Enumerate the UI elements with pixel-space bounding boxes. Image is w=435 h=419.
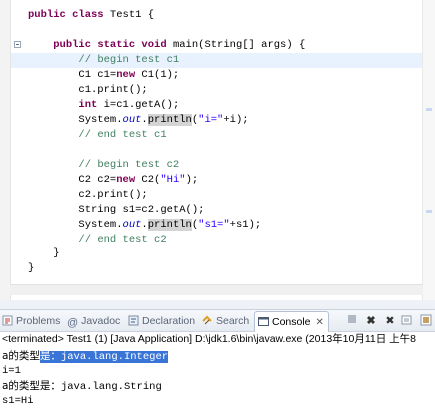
code-line: // begin test c1 [28, 53, 179, 68]
console-text: java.lang.String [60, 381, 162, 393]
code-token: ); [185, 174, 199, 186]
tab-console[interactable]: Console ✕ [254, 311, 329, 332]
console-icon [258, 314, 269, 326]
code-line: } [28, 246, 60, 261]
code-token: C2( [135, 174, 161, 186]
at-icon: @ [67, 317, 79, 329]
code-token: . [141, 114, 148, 126]
code-editor[interactable]: public class Test1 { public static void … [0, 0, 435, 300]
string-token: "Hi" [160, 174, 186, 186]
code-token: . [141, 219, 148, 231]
code-token: C1 c1= [28, 69, 117, 81]
method-token: println [147, 219, 192, 231]
code-line: public class Test1 { [28, 8, 154, 23]
code-token: +i); [223, 114, 249, 126]
string-token: "i=" [198, 114, 224, 126]
view-sash[interactable] [0, 300, 435, 309]
code-line: // begin test c2 [28, 158, 179, 173]
remove-launch-icon[interactable]: ✖ [364, 314, 378, 328]
console-line: i=1 [2, 365, 21, 377]
code-token: } [28, 247, 60, 259]
tab-label: Console [272, 316, 311, 328]
field-token: out [122, 219, 142, 231]
code-line: public static void main(String[] args) { [28, 38, 305, 53]
keyword-token: public static void [53, 39, 167, 51]
keyword-token: new [116, 174, 136, 186]
console-line: s1=Hi [2, 395, 34, 407]
code-token: C1(1); [135, 69, 180, 81]
tab-label: Search [216, 315, 250, 327]
console-line: a的类型是：java.lang.Integer [2, 349, 169, 364]
comment-token: // begin test c1 [78, 54, 180, 66]
search-icon [202, 315, 213, 326]
field-token: out [122, 114, 142, 126]
code-token: c2.print(); [28, 189, 148, 201]
clear-console-icon[interactable] [400, 314, 414, 328]
tab-label: Javadoc [81, 315, 121, 327]
tab-problems[interactable]: Problems [2, 313, 60, 330]
occurrence-marker[interactable] [426, 210, 432, 213]
tab-search[interactable]: Search [202, 313, 249, 330]
string-token: "s1=" [198, 219, 230, 231]
fold-toggle-icon[interactable] [14, 41, 21, 48]
code-line: } [28, 261, 34, 276]
comment-token: // begin test c2 [78, 159, 180, 171]
code-line: c2.print(); [28, 188, 148, 203]
tab-label: Problems [16, 315, 61, 327]
comment-token: // end test c2 [78, 234, 167, 246]
horizontal-scrollbar[interactable] [10, 284, 423, 295]
selected-text[interactable]: 是：java.lang.Integer [39, 351, 169, 363]
editor-left-gutter [0, 0, 11, 300]
method-token: println [147, 114, 192, 126]
remove-all-terminated-icon[interactable]: ✖ [383, 314, 397, 328]
overview-ruler[interactable] [422, 0, 435, 300]
console-line: a的类型是：java.lang.String [2, 379, 162, 394]
keyword-token: new [116, 69, 136, 81]
tab-declaration[interactable]: Declaration [128, 313, 195, 330]
code-token: System. [28, 219, 123, 231]
tab-javadoc[interactable]: @ Javadoc [67, 313, 120, 330]
occurrence-marker[interactable] [426, 108, 432, 111]
code-token: String s1=c2.getA(); [28, 204, 205, 216]
console-text: a的类型 [2, 350, 40, 362]
code-line: // end test c1 [28, 128, 167, 143]
code-token: i=c1.getA(); [97, 99, 180, 111]
keyword-token: public class [28, 9, 104, 21]
view-tab-bar: Problems @ Javadoc Declaration Search Con… [0, 309, 435, 332]
code-token: System. [28, 114, 123, 126]
code-line: int i=c1.getA(); [28, 98, 179, 113]
code-token: main(String[] args) { [166, 39, 306, 51]
keyword-token: int [78, 99, 98, 111]
close-icon[interactable]: ✕ [316, 317, 324, 328]
scroll-lock-icon[interactable] [419, 314, 433, 328]
code-token: c1.print(); [28, 84, 148, 96]
comment-token: // end test c1 [78, 129, 167, 141]
code-line: c1.print(); [28, 83, 148, 98]
code-token: +s1); [229, 219, 262, 231]
code-token: Test1 { [103, 9, 155, 21]
terminate-icon[interactable] [345, 314, 359, 328]
code-line: System.out.println("s1="+s1); [28, 218, 261, 233]
code-line: System.out.println("i="+i); [28, 113, 249, 128]
declaration-icon [128, 315, 139, 326]
code-line: C1 c1=new C1(1); [28, 68, 179, 83]
code-line: C2 c2=new C2("Hi"); [28, 173, 198, 188]
problems-icon [2, 315, 13, 326]
code-token: } [28, 262, 35, 274]
console-status: <terminated> Test1 (1) [Java Application… [2, 333, 417, 345]
tab-label: Declaration [142, 315, 196, 327]
code-token: C2 c2= [28, 174, 117, 186]
console-text: a的类型是： [2, 380, 61, 392]
code-line: String s1=c2.getA(); [28, 203, 204, 218]
